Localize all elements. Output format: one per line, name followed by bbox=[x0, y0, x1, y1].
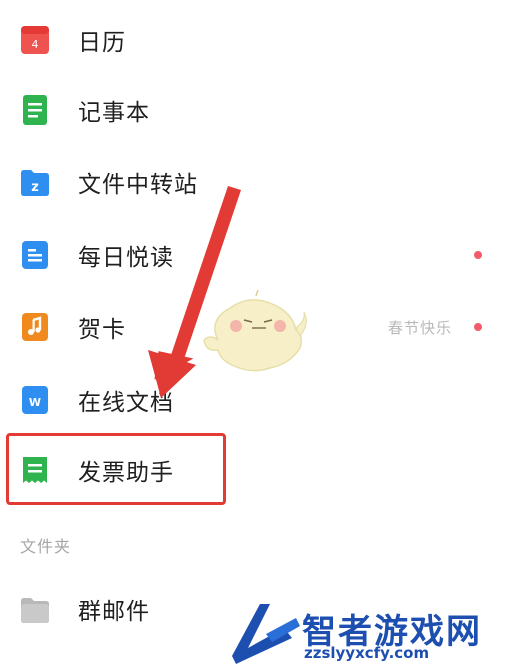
watermark-url: zzslyyxcfy.com bbox=[304, 644, 430, 662]
watermark-logo-icon bbox=[232, 604, 300, 664]
mascot-illustration bbox=[203, 290, 307, 372]
watermark: 智者游戏网 zzslyyxcfy.com bbox=[226, 598, 506, 666]
